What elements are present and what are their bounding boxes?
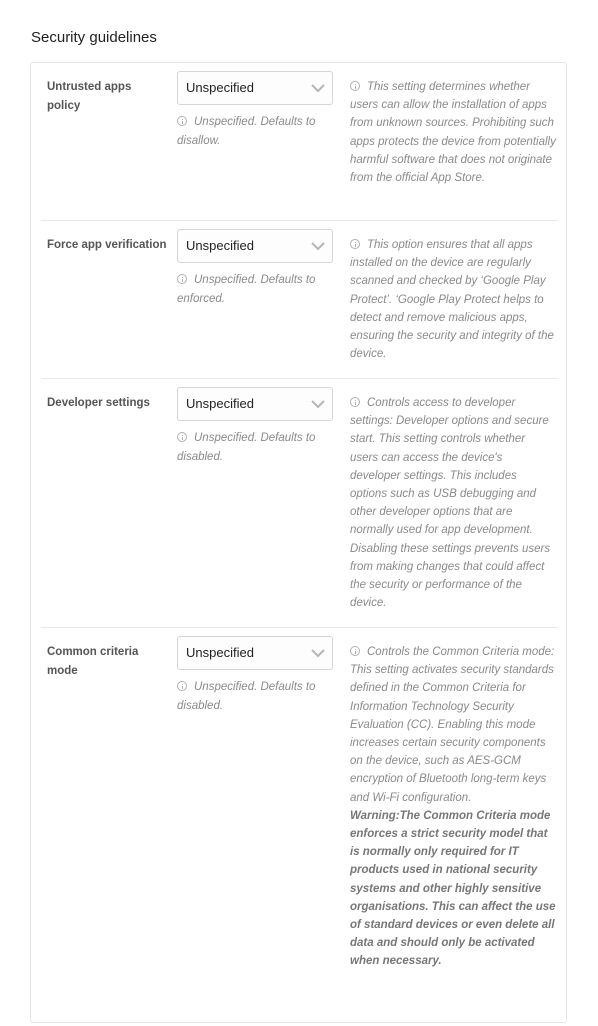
description-text: Controls access to developer settings: D… xyxy=(350,397,551,610)
chevron-down-icon xyxy=(311,84,325,93)
info-icon xyxy=(177,116,187,126)
description-text: This option ensures that all apps instal… xyxy=(350,239,554,361)
section-title: Security guidelines xyxy=(31,29,157,46)
select-value: Unspecified xyxy=(186,645,254,660)
select-value: Unspecified xyxy=(186,80,254,95)
setting-label: Untrusted apps policy xyxy=(47,81,132,112)
info-icon xyxy=(350,239,360,249)
common-criteria-mode-select[interactable]: Unspecified xyxy=(177,636,333,670)
setting-hint: Unspecified. Defaults to enforced. xyxy=(177,271,337,308)
hint-text: Unspecified. Defaults to enforced. xyxy=(177,274,316,305)
select-value: Unspecified xyxy=(186,238,254,253)
setting-row-force-app-verification: Force app verification Unspecified Unspe… xyxy=(41,221,558,379)
untrusted-apps-select[interactable]: Unspecified xyxy=(177,71,333,105)
warning-text: Warning:The Common Criteria mode enforce… xyxy=(350,809,556,968)
select-value: Unspecified xyxy=(186,396,254,411)
setting-description: Controls access to developer settings: D… xyxy=(350,394,556,612)
info-icon xyxy=(177,681,187,691)
setting-row-developer-settings: Developer settings Unspecified Unspecifi… xyxy=(41,379,558,628)
setting-hint: Unspecified. Defaults to disallow. xyxy=(177,113,337,150)
setting-label: Force app verification xyxy=(47,239,167,251)
setting-description: This option ensures that all apps instal… xyxy=(350,236,556,363)
info-icon xyxy=(177,274,187,284)
setting-hint: Unspecified. Defaults to disabled. xyxy=(177,678,337,715)
setting-description: This setting determines whether users ca… xyxy=(350,78,556,187)
setting-label: Developer settings xyxy=(47,397,150,409)
hint-text: Unspecified. Defaults to disabled. xyxy=(177,681,316,712)
description-text: Controls the Common Criteria mode: This … xyxy=(350,646,555,804)
developer-settings-select[interactable]: Unspecified xyxy=(177,387,333,421)
security-settings-panel: Untrusted apps policy Unspecified Unspec… xyxy=(30,62,567,1023)
hint-text: Unspecified. Defaults to disabled. xyxy=(177,432,316,463)
hint-text: Unspecified. Defaults to disallow. xyxy=(177,116,316,147)
setting-row-common-criteria-mode: Common criteria mode Unspecified Unspeci… xyxy=(41,628,558,1022)
setting-row-untrusted-apps: Untrusted apps policy Unspecified Unspec… xyxy=(41,63,558,221)
chevron-down-icon xyxy=(311,242,325,251)
chevron-down-icon xyxy=(311,649,325,658)
setting-label: Common criteria mode xyxy=(47,646,139,677)
info-icon xyxy=(350,397,360,407)
info-icon xyxy=(177,432,187,442)
chevron-down-icon xyxy=(311,400,325,409)
setting-description: Controls the Common Criteria mode: This … xyxy=(350,643,556,971)
info-icon xyxy=(350,81,360,91)
force-app-verification-select[interactable]: Unspecified xyxy=(177,229,333,263)
setting-hint: Unspecified. Defaults to disabled. xyxy=(177,429,337,466)
description-text: This setting determines whether users ca… xyxy=(350,81,556,185)
info-icon xyxy=(350,646,360,656)
